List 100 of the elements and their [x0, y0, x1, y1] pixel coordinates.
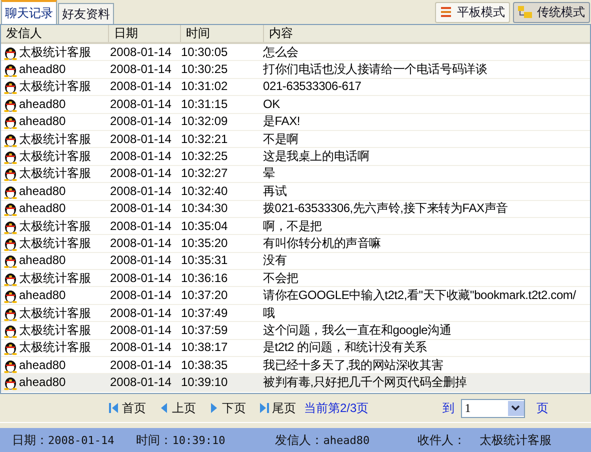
sender-name: 太极统计客服 — [19, 166, 91, 182]
table-cell-text: 10:32:27 — [180, 166, 229, 182]
page-link[interactable]: 尾页 — [258, 400, 296, 416]
table-cell-text: 2008-01-14 — [109, 340, 172, 356]
sender-name: 太极统计客服 — [19, 236, 91, 251]
selected-row[interactable]: ahead80 2008-01-14 10:39:10 被判有毒,只好把几千个网页代码全删掉 — [1, 374, 590, 392]
table-cell-text: 这个问题，我么一直在和google沟通 — [262, 322, 452, 338]
table-cell-text: 打你们电话也没人接请给一个电话号码详谈 — [262, 62, 488, 78]
page-indicator: 当前第2/3页 — [304, 400, 369, 416]
table-cell-text: 晕 — [262, 166, 276, 182]
table-cell-text: 2008-01-14 — [109, 44, 172, 60]
status-value: 10:39:10 — [172, 434, 226, 446]
sender-name: ahead80 — [19, 184, 66, 199]
penguin-icon — [3, 236, 18, 251]
table-cell-text: 10:32:21 — [180, 132, 229, 147]
penguin-icon — [3, 322, 18, 338]
column-header[interactable]: 内容 — [264, 25, 590, 42]
table-cell-text: 021-63533306-617 — [262, 79, 362, 94]
table-cell-text: 2008-01-14 — [109, 184, 172, 199]
sender-name: 太极统计客服 — [19, 218, 91, 234]
chevron-down-icon — [511, 405, 520, 411]
column-header[interactable]: 时间 — [181, 25, 264, 42]
goto-label: 到 — [442, 400, 455, 416]
table-cell-text: 10:37:49 — [180, 306, 229, 321]
column-header[interactable]: 日期 — [109, 25, 181, 42]
table-cell-text: 2008-01-14 — [109, 306, 172, 321]
sender-name: ahead80 — [19, 358, 66, 373]
table-cell-text: 10:37:59 — [180, 322, 229, 338]
table-cell-text: 10:34:30 — [180, 201, 229, 216]
penguin-icon — [3, 96, 18, 112]
table-cell-text: 2008-01-14 — [109, 218, 172, 234]
penguin-icon — [3, 132, 18, 147]
table-cell-text: 2008-01-14 — [109, 166, 172, 182]
sender-name: ahead80 — [19, 253, 66, 268]
table-cell-text: 10:38:35 — [180, 358, 229, 373]
page-suffix: 页 — [536, 400, 549, 416]
penguin-icon — [3, 358, 18, 373]
table-cell-text: 2008-01-14 — [109, 114, 172, 130]
table-cell-text: 2008-01-14 — [109, 288, 172, 304]
first-page-icon — [108, 402, 120, 414]
table-cell-text: 10:30:05 — [180, 44, 229, 60]
table-cell-text: 2008-01-14 — [109, 79, 172, 94]
page-select[interactable]: 1 — [460, 398, 525, 418]
table-cell-text: 10:38:17 — [180, 340, 229, 356]
table-cell-text: 2008-01-14 — [109, 62, 172, 78]
table-cell-text: 是FAX! — [262, 114, 302, 130]
penguin-icon — [3, 288, 18, 304]
table-cell-text: 2008-01-14 — [109, 201, 172, 216]
table-cell-text: 10:37:20 — [180, 288, 229, 304]
table-cell-text: 不会把 — [262, 270, 300, 286]
penguin-icon — [3, 79, 18, 94]
penguin-icon — [3, 340, 18, 356]
table-cell-text: 2008-01-14 — [109, 358, 172, 373]
sender-name: 太极统计客服 — [19, 79, 91, 94]
table-cell-text: 10:36:16 — [180, 270, 229, 286]
penguin-icon — [3, 149, 18, 164]
mode-button[interactable]: 传统模式 — [513, 2, 590, 22]
page-link[interactable]: 上页 — [158, 400, 196, 416]
table-cell-text: 10:30:25 — [180, 62, 229, 78]
table-cell-text: 有叫你转分机的声音嘛 — [262, 236, 382, 251]
table-cell-text: 2008-01-14 — [109, 132, 172, 147]
penguin-icon — [3, 375, 18, 390]
sender-name: 太极统计客服 — [19, 270, 91, 286]
page-link[interactable]: 首页 — [108, 400, 146, 416]
penguin-icon — [3, 166, 18, 182]
sender-name: 太极统计客服 — [19, 132, 91, 147]
tab[interactable]: 好友资料 — [58, 3, 114, 24]
mode-button[interactable]: 平板模式 — [435, 2, 510, 22]
table-cell-text: 2008-01-14 — [109, 149, 172, 164]
sender-name: ahead80 — [19, 201, 66, 216]
table-cell-text: 10:35:20 — [180, 236, 229, 251]
page-link[interactable]: 下页 — [208, 400, 246, 416]
table-cell-text: 2008-01-14 — [109, 253, 172, 268]
tab[interactable]: 聊天记录 — [1, 0, 57, 24]
sender-name: 太极统计客服 — [19, 322, 91, 338]
sender-name: 太极统计客服 — [19, 149, 91, 164]
penguin-icon — [3, 184, 18, 199]
status-value: ahead80 — [323, 434, 370, 446]
sender-name: ahead80 — [19, 62, 66, 78]
table-cell-text: 2008-01-14 — [109, 322, 172, 338]
sender-name: 太极统计客服 — [19, 44, 91, 60]
table-cell-text: 2008-01-14 — [109, 236, 172, 251]
last-page-icon — [258, 402, 270, 414]
table-cell-text: 10:35:04 — [180, 218, 229, 234]
sender-name: ahead80 — [19, 288, 66, 304]
table-cell-text: 2008-01-14 — [109, 96, 172, 112]
table-cell-text: 被判有毒,只好把几千个网页代码全删掉 — [262, 375, 468, 390]
table-cell-text: 2008-01-14 — [109, 270, 172, 286]
table-cell-text: 2008-01-14 — [109, 375, 172, 390]
table-cell-text: 怎么会 — [262, 44, 300, 60]
sender-name: ahead80 — [19, 114, 66, 130]
sender-name: ahead80 — [19, 96, 66, 112]
list-icon — [440, 6, 452, 18]
table-cell-text: 10:39:10 — [180, 375, 229, 390]
table-cell-text: 请你在GOOGLE中输入t2t2,看"天下收藏"bookmark.t2t2.com/ — [262, 288, 577, 304]
table-cell-text: 不是啊 — [262, 132, 300, 147]
table-cell-text: 10:35:31 — [180, 253, 229, 268]
sender-name: 太极统计客服 — [19, 306, 91, 321]
column-header[interactable]: 发信人 — [1, 25, 109, 42]
table-cell-text: 再试 — [262, 184, 288, 199]
